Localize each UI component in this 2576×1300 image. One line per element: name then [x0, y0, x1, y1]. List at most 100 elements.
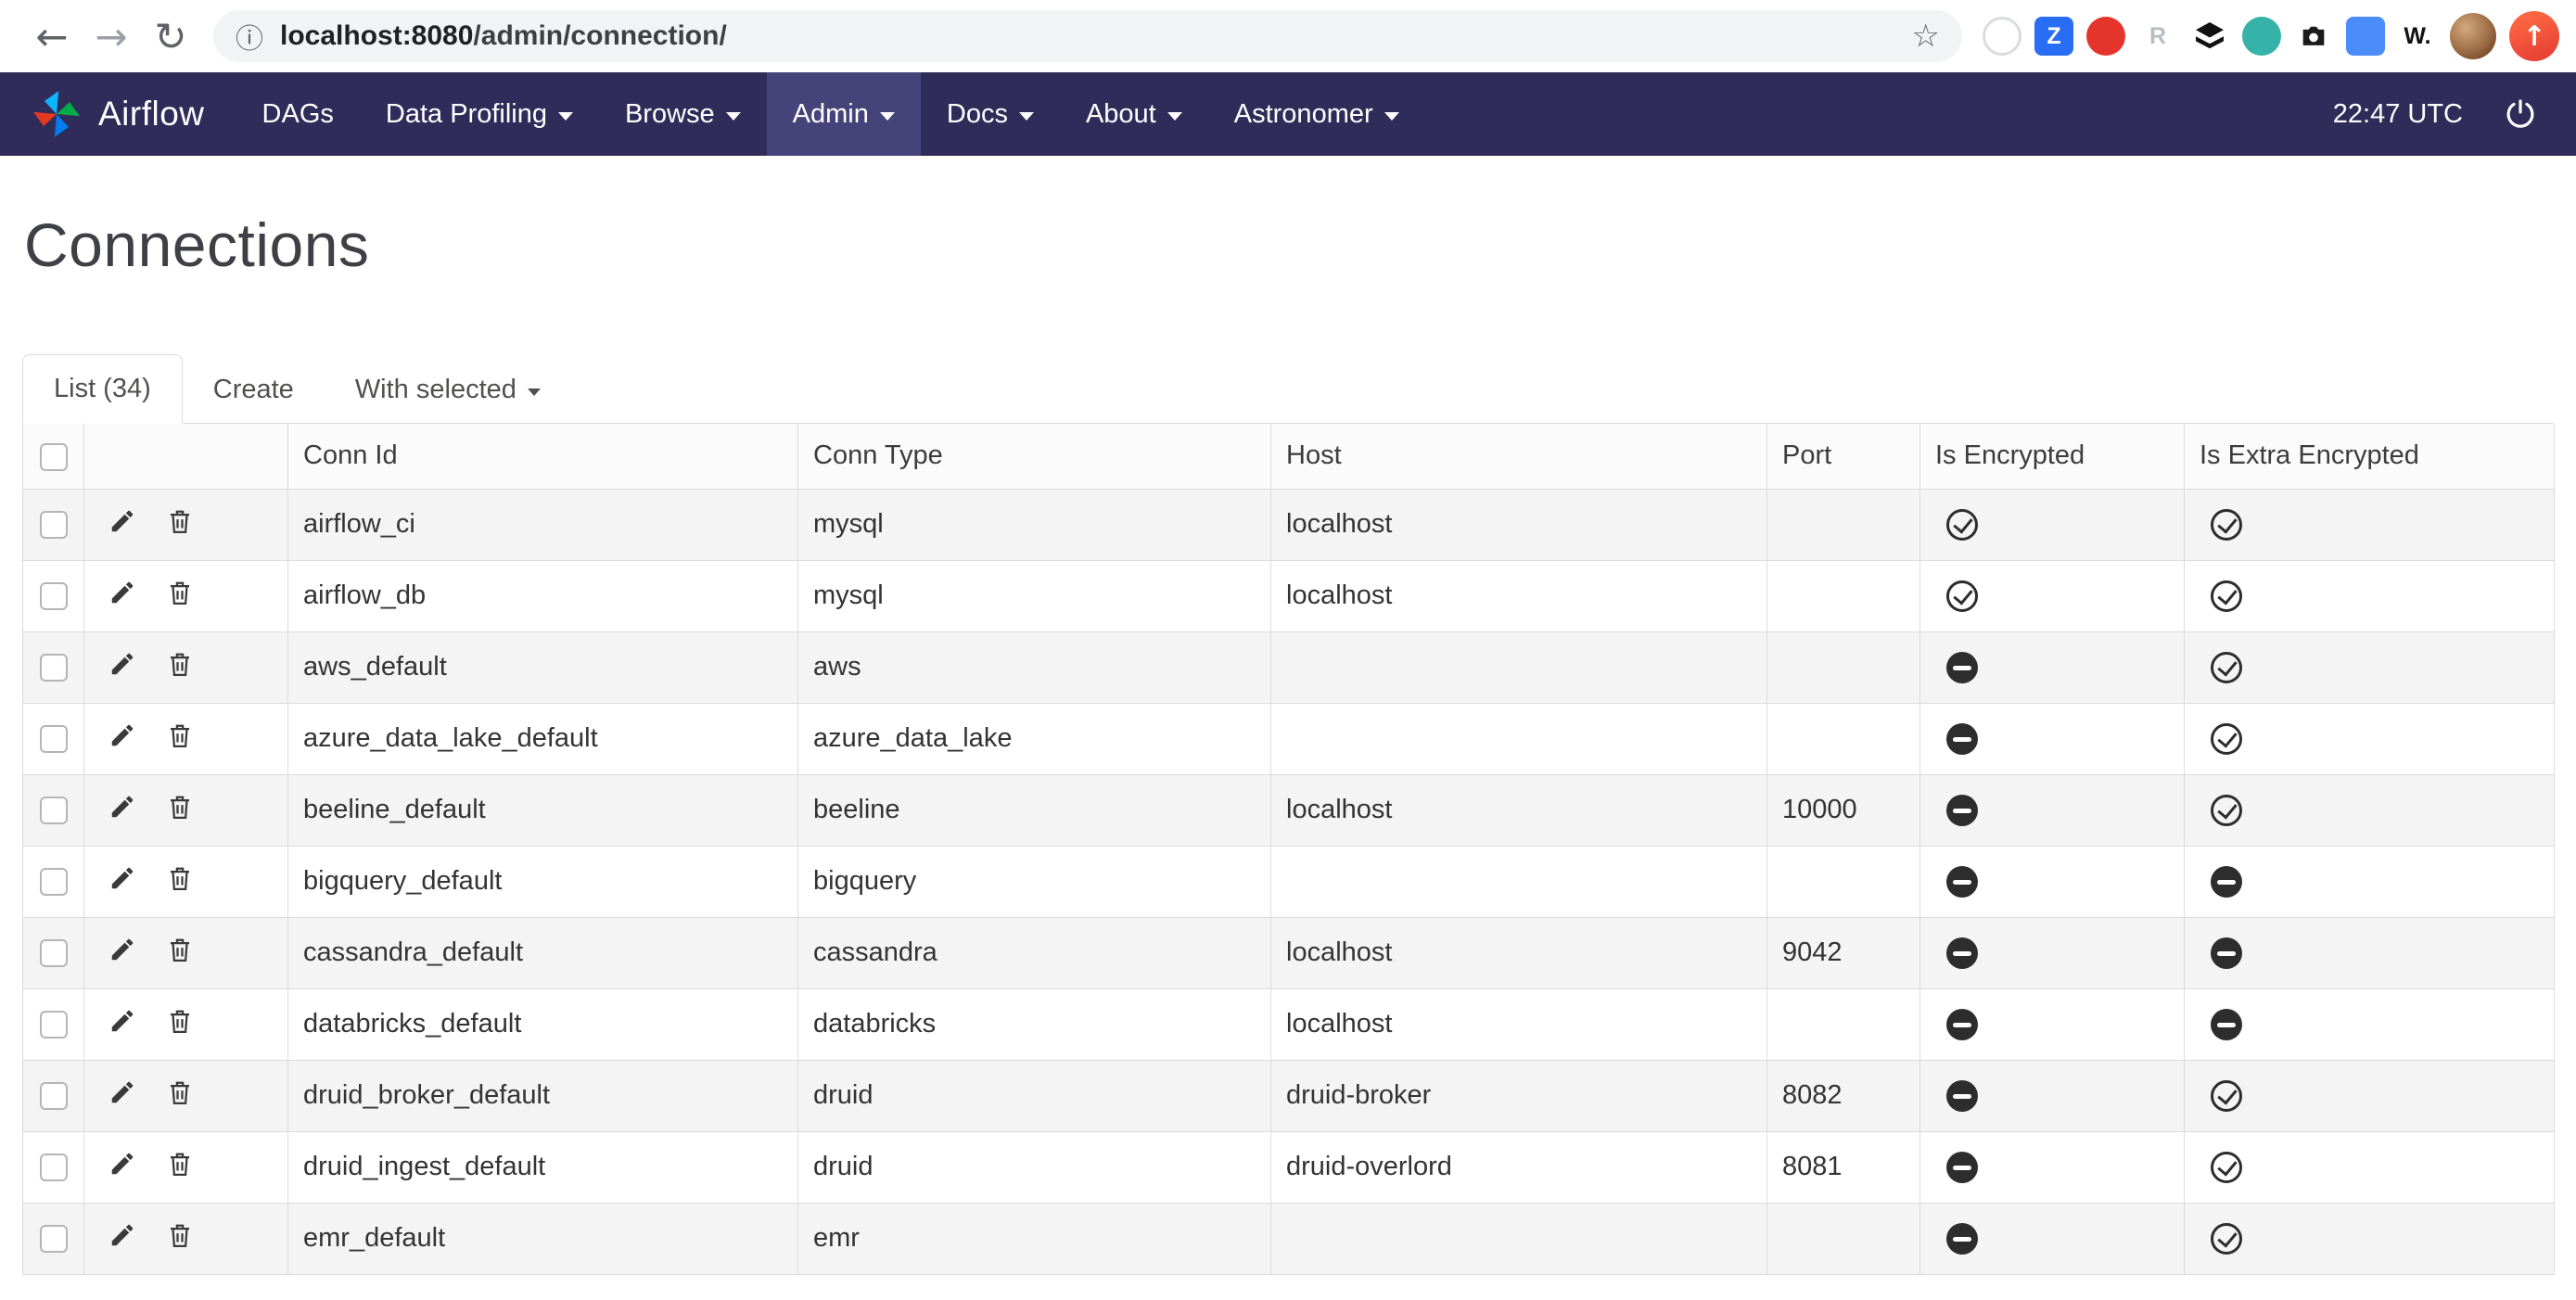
edit-button[interactable] — [108, 1078, 136, 1114]
edit-button[interactable] — [108, 1221, 136, 1256]
edit-button[interactable] — [108, 936, 136, 971]
extension-blue-square-icon[interactable] — [2346, 17, 2385, 56]
extension-circle-icon[interactable] — [1983, 17, 2021, 56]
port-cell: 8081 — [1767, 1131, 1920, 1203]
pencil-icon — [108, 864, 136, 892]
table-row: azure_data_lake_default azure_data_lake — [23, 703, 2555, 774]
row-checkbox[interactable] — [40, 797, 68, 824]
is-encrypted-icon — [1946, 866, 1978, 898]
delete-button[interactable] — [166, 650, 194, 685]
delete-button[interactable] — [166, 936, 194, 971]
delete-button[interactable] — [166, 721, 194, 757]
tab-label: List (34) — [54, 374, 151, 404]
row-checkbox[interactable] — [40, 1225, 68, 1253]
delete-button[interactable] — [166, 1150, 194, 1185]
brand-title: Airflow — [98, 95, 205, 134]
nav-item-admin[interactable]: Admin — [767, 72, 921, 156]
reload-button[interactable]: ↻ — [141, 14, 200, 59]
edit-button[interactable] — [108, 864, 136, 899]
is-extra-encrypted-icon — [2211, 937, 2242, 969]
pencil-icon — [108, 579, 136, 606]
port-cell: 9042 — [1767, 917, 1920, 988]
nav-item-browse[interactable]: Browse — [599, 72, 767, 156]
extension-teal-icon[interactable] — [2242, 17, 2281, 56]
edit-button[interactable] — [108, 721, 136, 757]
bookmark-star-icon[interactable]: ☆ — [1912, 18, 1940, 55]
address-bar[interactable]: ⓘ localhost:8080/admin/connection/ ☆ — [213, 10, 1962, 62]
conn-type-cell: beeline — [798, 774, 1271, 846]
row-checkbox[interactable] — [40, 1082, 68, 1110]
table-row: cassandra_default cassandra localhost 90… — [23, 917, 2555, 988]
extension-stack-icon[interactable] — [2190, 17, 2229, 56]
edit-button[interactable] — [108, 1150, 136, 1185]
row-checkbox[interactable] — [40, 1153, 68, 1181]
connections-table: Conn Id Conn Type Host Port Is Encrypted… — [22, 424, 2555, 1275]
browser-update-icon[interactable]: ↑ — [2509, 11, 2559, 61]
nav-item-dags[interactable]: DAGs — [236, 72, 360, 156]
row-checkbox[interactable] — [40, 725, 68, 753]
back-button[interactable]: ← — [22, 14, 82, 59]
conn-id-cell: databricks_default — [288, 988, 798, 1060]
column-header-port: Port — [1767, 424, 1920, 489]
is-encrypted-icon — [1946, 652, 1978, 683]
delete-button[interactable] — [166, 1007, 194, 1042]
edit-button[interactable] — [108, 650, 136, 685]
host-cell: localhost — [1271, 917, 1767, 988]
trash-icon — [166, 1150, 194, 1178]
nav-item-about[interactable]: About — [1060, 72, 1208, 156]
row-checkbox[interactable] — [40, 654, 68, 682]
edit-button[interactable] — [108, 579, 136, 614]
profile-avatar[interactable] — [2450, 13, 2496, 59]
tab-label: With selected — [355, 375, 516, 405]
host-cell — [1271, 1203, 1767, 1274]
tab-create[interactable]: Create — [183, 356, 325, 424]
row-checkbox[interactable] — [40, 1011, 68, 1039]
nav-label: Astronomer — [1234, 99, 1373, 130]
port-cell — [1767, 1203, 1920, 1274]
tab-bar: List (34) Create With selected — [22, 354, 2554, 424]
column-header-is-encrypted: Is Encrypted — [1920, 424, 2185, 489]
nav-item-astronomer[interactable]: Astronomer — [1208, 72, 1425, 156]
extension-w-icon[interactable]: W. — [2398, 17, 2437, 56]
trash-icon — [166, 793, 194, 821]
extension-z-icon[interactable]: Z — [2034, 17, 2073, 56]
delete-button[interactable] — [166, 1221, 194, 1256]
power-icon[interactable] — [2504, 97, 2537, 131]
trash-icon — [166, 864, 194, 892]
extension-adblock-icon[interactable] — [2086, 17, 2125, 56]
extension-r-icon[interactable]: R — [2138, 17, 2177, 56]
nav-item-data-profiling[interactable]: Data Profiling — [360, 72, 599, 156]
pencil-icon — [108, 721, 136, 749]
edit-button[interactable] — [108, 793, 136, 828]
conn-type-cell: azure_data_lake — [798, 703, 1271, 774]
edit-button[interactable] — [108, 1007, 136, 1042]
host-cell: localhost — [1271, 489, 1767, 560]
row-checkbox[interactable] — [40, 582, 68, 610]
edit-button[interactable] — [108, 507, 136, 542]
nav-label: DAGs — [262, 99, 334, 130]
airflow-brand[interactable]: Airflow — [0, 72, 236, 156]
is-encrypted-icon — [1946, 937, 1978, 969]
conn-id-cell: airflow_db — [288, 560, 798, 631]
extension-camera-icon[interactable] — [2294, 17, 2333, 56]
delete-button[interactable] — [166, 1078, 194, 1114]
pencil-icon — [108, 1007, 136, 1035]
select-all-checkbox[interactable] — [40, 443, 68, 471]
forward-button[interactable]: → — [82, 14, 141, 59]
nav-item-docs[interactable]: Docs — [921, 72, 1060, 156]
delete-button[interactable] — [166, 579, 194, 614]
row-checkbox[interactable] — [40, 868, 68, 896]
host-cell: localhost — [1271, 774, 1767, 846]
delete-button[interactable] — [166, 793, 194, 828]
delete-button[interactable] — [166, 507, 194, 542]
row-checkbox[interactable] — [40, 511, 68, 539]
trash-icon — [166, 1221, 194, 1249]
site-info-icon[interactable]: ⓘ — [236, 16, 263, 57]
delete-button[interactable] — [166, 864, 194, 899]
tab-list[interactable]: List (34) — [22, 354, 183, 424]
is-extra-encrypted-icon — [2211, 1223, 2242, 1255]
row-checkbox[interactable] — [40, 939, 68, 967]
is-extra-encrypted-icon — [2211, 509, 2242, 541]
tab-with-selected[interactable]: With selected — [325, 356, 571, 424]
table-row: databricks_default databricks localhost — [23, 988, 2555, 1060]
